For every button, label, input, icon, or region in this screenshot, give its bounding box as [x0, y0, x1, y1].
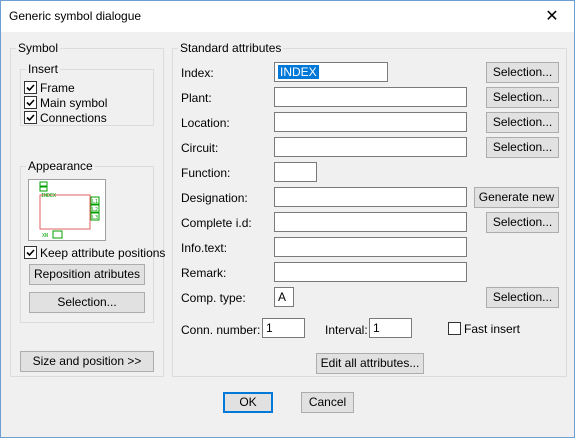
checkmark-icon	[26, 114, 35, 122]
frame-checkbox[interactable]	[24, 81, 37, 94]
main-symbol-checkbox[interactable]	[24, 96, 37, 109]
index-input[interactable]: INDEX	[274, 62, 388, 82]
info-text-input[interactable]	[274, 237, 467, 257]
connections-label[interactable]: Connections	[40, 111, 107, 125]
preview-index-text: INDEX	[41, 193, 56, 199]
insert-group-label: Insert	[26, 62, 61, 76]
dialog-window: Generic symbol dialogue ✕ Symbol Insert …	[0, 0, 575, 438]
complete-id-label: Complete i.d:	[181, 216, 252, 230]
remark-label: Remark:	[181, 266, 227, 280]
preview-bottom-text: XN	[42, 233, 48, 239]
size-position-button[interactable]: Size and position >>	[20, 351, 154, 372]
preview-frame	[39, 194, 91, 230]
interval-input[interactable]: 1	[369, 318, 412, 338]
index-selection-button[interactable]: Selection...	[486, 62, 559, 83]
appearance-group-label: Appearance	[26, 159, 95, 173]
window-title: Generic symbol dialogue	[9, 9, 142, 23]
designation-label: Designation:	[181, 191, 248, 205]
preview-conn-3: L3	[92, 215, 98, 221]
location-selection-button[interactable]: Selection...	[486, 112, 559, 133]
function-input[interactable]	[274, 162, 317, 182]
keep-positions-label[interactable]: Keep attribute positions	[40, 246, 165, 260]
preview-conn-2: L2	[92, 207, 98, 213]
generate-new-button[interactable]: Generate new	[474, 187, 559, 208]
interval-label: Interval:	[325, 323, 368, 337]
symbol-preview: INDEX L1 L2 L3 XN	[28, 179, 106, 241]
preview-mark-2	[39, 186, 48, 192]
plant-selection-button[interactable]: Selection...	[486, 87, 559, 108]
designation-input[interactable]	[274, 187, 467, 207]
edit-all-attributes-button[interactable]: Edit all attributes...	[316, 353, 424, 374]
fast-insert-label[interactable]: Fast insert	[464, 322, 520, 336]
checkmark-icon	[26, 84, 35, 92]
attributes-group-label: Standard attributes	[178, 41, 284, 55]
remark-input[interactable]	[274, 262, 467, 282]
comp-type-selection-button[interactable]: Selection...	[486, 287, 559, 308]
frame-label[interactable]: Frame	[40, 81, 75, 95]
index-value: INDEX	[278, 65, 319, 79]
symbol-preview-drawing: INDEX L1 L2 L3 XN	[39, 181, 100, 239]
complete-id-input[interactable]	[274, 212, 467, 232]
ok-button[interactable]: OK	[223, 392, 273, 413]
preview-bottom-box	[52, 230, 63, 239]
location-label: Location:	[181, 116, 230, 130]
appearance-selection-button[interactable]: Selection...	[29, 292, 145, 313]
plant-input[interactable]	[274, 87, 467, 107]
title-bar: Generic symbol dialogue ✕	[1, 1, 574, 32]
keep-positions-checkbox[interactable]	[24, 246, 37, 259]
plant-label: Plant:	[181, 91, 212, 105]
location-input[interactable]	[274, 112, 467, 132]
reposition-button[interactable]: Reposition atributes	[29, 264, 145, 285]
symbol-group-label: Symbol	[16, 41, 61, 55]
comp-type-input[interactable]: A	[274, 287, 294, 307]
close-icon[interactable]: ✕	[530, 1, 574, 32]
checkmark-icon	[26, 249, 35, 257]
main-symbol-label[interactable]: Main symbol	[40, 96, 107, 110]
index-label: Index:	[181, 66, 214, 80]
fast-insert-checkbox[interactable]	[448, 322, 461, 335]
preview-conn-1: L1	[92, 199, 98, 205]
conn-number-input[interactable]: 1	[262, 318, 305, 338]
function-label: Function:	[181, 166, 231, 180]
circuit-label: Circuit:	[181, 141, 219, 155]
circuit-input[interactable]	[274, 137, 467, 157]
circuit-selection-button[interactable]: Selection...	[486, 137, 559, 158]
checkmark-icon	[26, 99, 35, 107]
preview-mark-1	[39, 181, 48, 187]
comp-type-label: Comp. type:	[181, 291, 246, 305]
connections-checkbox[interactable]	[24, 111, 37, 124]
cancel-button[interactable]: Cancel	[301, 392, 354, 413]
conn-number-label: Conn. number:	[181, 323, 261, 337]
complete-id-selection-button[interactable]: Selection...	[486, 212, 559, 233]
info-text-label: Info.text:	[181, 241, 228, 255]
